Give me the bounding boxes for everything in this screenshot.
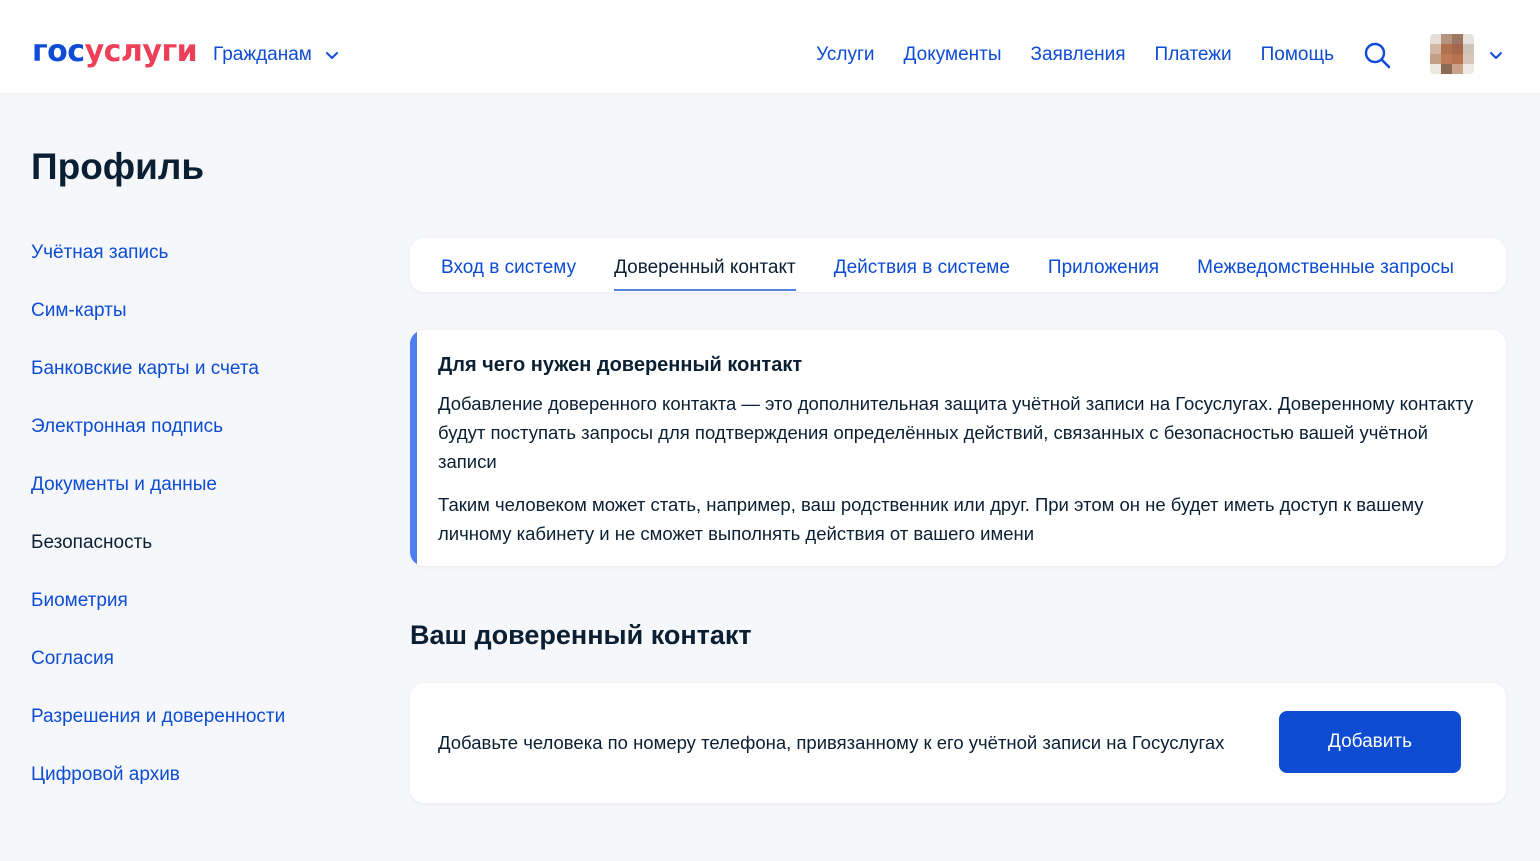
tab-applications[interactable]: Приложения bbox=[1048, 238, 1159, 292]
profile-sidebar: Учётная запись Сим-карты Банковские карт… bbox=[31, 240, 361, 820]
sidebar-item-documents[interactable]: Документы и данные bbox=[31, 472, 361, 530]
trusted-contact-info-card: Для чего нужен доверенный контакт Добавл… bbox=[410, 330, 1506, 566]
audience-label: Гражданам bbox=[213, 44, 312, 65]
search-icon[interactable] bbox=[1362, 40, 1392, 70]
chevron-down-icon[interactable] bbox=[1488, 47, 1504, 63]
security-tabs: Вход в систему Доверенный контакт Действ… bbox=[410, 238, 1506, 292]
nav-link-services[interactable]: Услуги bbox=[816, 43, 874, 67]
avatar[interactable] bbox=[1430, 34, 1474, 74]
add-trusted-contact-button[interactable]: Добавить bbox=[1279, 711, 1461, 773]
sidebar-item-biometrics[interactable]: Биометрия bbox=[31, 588, 361, 646]
sidebar-item-e-signature[interactable]: Электронная подпись bbox=[31, 414, 361, 472]
sidebar-item-account[interactable]: Учётная запись bbox=[31, 240, 361, 298]
tab-interagency-requests[interactable]: Межведомственные запросы bbox=[1197, 238, 1454, 292]
site-header: госуслуги Гражданам Услуги Документы Зая… bbox=[0, 0, 1540, 94]
info-paragraph-1: Добавление доверенного контакта — это до… bbox=[438, 393, 1474, 472]
logo-part-uslugi: услуги bbox=[84, 34, 198, 69]
add-contact-description: Добавьте человека по номеру телефона, пр… bbox=[438, 732, 1225, 753]
sidebar-item-digital-archive[interactable]: Цифровой архив bbox=[31, 762, 361, 820]
info-title: Для чего нужен доверенный контакт bbox=[438, 354, 803, 376]
nav-link-help[interactable]: Помощь bbox=[1261, 43, 1334, 67]
tab-trusted-contact[interactable]: Доверенный контакт bbox=[614, 238, 796, 292]
tab-login[interactable]: Вход в систему bbox=[441, 238, 576, 292]
sidebar-item-consents[interactable]: Согласия bbox=[31, 646, 361, 704]
logo-part-gos: гос bbox=[32, 34, 85, 69]
nav-link-payments[interactable]: Платежи bbox=[1155, 43, 1232, 67]
sidebar-item-bank-cards[interactable]: Банковские карты и счета bbox=[31, 356, 361, 414]
main-nav: Услуги Документы Заявления Платежи Помощ… bbox=[816, 43, 1334, 67]
nav-link-documents[interactable]: Документы bbox=[904, 43, 1002, 67]
info-paragraph-2: Таким человеком может стать, например, в… bbox=[438, 494, 1424, 544]
sidebar-item-permissions[interactable]: Разрешения и доверенности bbox=[31, 704, 361, 762]
audience-dropdown[interactable]: Гражданам bbox=[213, 43, 340, 67]
nav-link-applications[interactable]: Заявления bbox=[1031, 43, 1126, 67]
sidebar-item-sim-cards[interactable]: Сим-карты bbox=[31, 298, 361, 356]
page-title: Профиль bbox=[31, 146, 205, 187]
tab-system-actions[interactable]: Действия в системе bbox=[834, 238, 1010, 292]
trusted-contact-section-title: Ваш доверенный контакт bbox=[410, 620, 752, 650]
info-accent-bar bbox=[410, 330, 417, 566]
trusted-contact-card: Добавьте человека по номеру телефона, пр… bbox=[410, 683, 1506, 803]
chevron-down-icon bbox=[325, 52, 338, 59]
gosuslugi-logo[interactable]: госуслуги bbox=[32, 34, 198, 70]
sidebar-item-security[interactable]: Безопасность bbox=[31, 530, 361, 588]
